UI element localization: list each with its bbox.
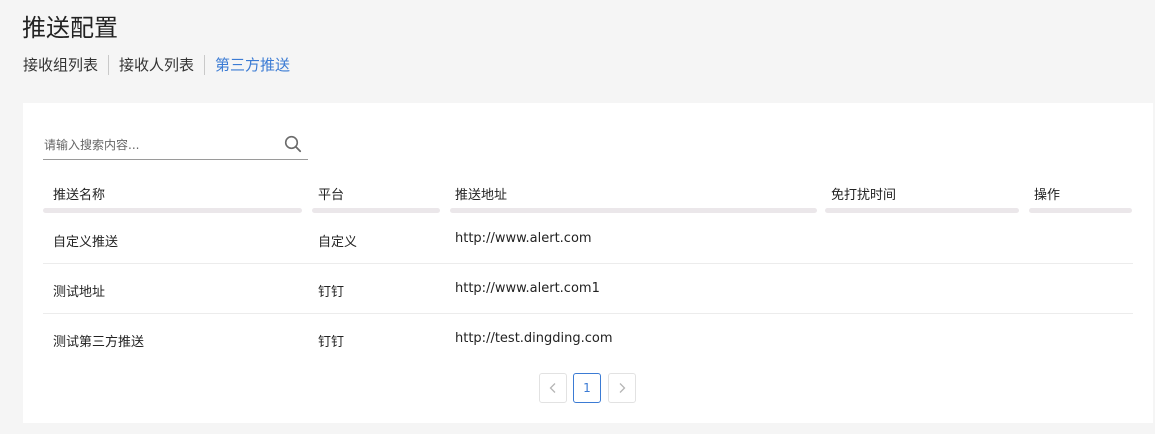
cell-url: http://test.dingding.com xyxy=(455,331,613,346)
pagination-prev-button[interactable] xyxy=(539,373,567,403)
search-box xyxy=(43,130,308,160)
cell-name: 测试第三方推送 xyxy=(53,335,145,350)
tab-receivers[interactable]: 接收人列表 xyxy=(119,55,194,75)
page-title: 推送配置 xyxy=(22,14,118,42)
pagination-page-button[interactable]: 1 xyxy=(573,373,601,403)
column-resize-bar xyxy=(1029,208,1132,213)
cell-platform: 钉钉 xyxy=(318,285,345,300)
cell-name: 测试地址 xyxy=(53,285,106,300)
cell-url: http://www.alert.com xyxy=(455,231,592,246)
tab-receiver-groups[interactable]: 接收组列表 xyxy=(23,55,98,75)
cell-platform: 钉钉 xyxy=(318,335,345,350)
content-card: 推送名称 平台 推送地址 免打扰时间 操作 自定义推送 自定义 http://w… xyxy=(23,103,1153,423)
column-header-url: 推送地址 xyxy=(455,188,508,203)
tab-divider xyxy=(204,55,206,75)
cell-platform: 自定义 xyxy=(318,235,358,250)
column-resize-bar xyxy=(43,208,302,213)
table-row[interactable]: 自定义推送 自定义 http://www.alert.com xyxy=(43,214,1133,264)
pagination-next-button[interactable] xyxy=(608,373,636,403)
table-row[interactable]: 测试地址 钉钉 http://www.alert.com1 xyxy=(43,264,1133,314)
column-resize-bar xyxy=(450,208,817,213)
column-header-platform: 平台 xyxy=(318,188,345,203)
cell-url: http://www.alert.com1 xyxy=(455,281,600,296)
column-header-actions: 操作 xyxy=(1034,188,1061,203)
column-header-name: 推送名称 xyxy=(53,188,106,203)
cell-name: 自定义推送 xyxy=(53,235,119,250)
search-icon[interactable] xyxy=(284,135,302,153)
column-resize-bar xyxy=(312,208,440,213)
tab-bar: 接收组列表 接收人列表 第三方推送 xyxy=(23,55,290,75)
table-row[interactable]: 测试第三方推送 钉钉 http://test.dingding.com xyxy=(43,314,1133,364)
chevron-right-icon xyxy=(619,383,626,393)
column-resize-bar xyxy=(825,208,1019,213)
tab-divider xyxy=(108,55,110,75)
search-input[interactable] xyxy=(44,134,269,156)
column-header-quiet-time: 免打扰时间 xyxy=(831,188,897,203)
chevron-left-icon xyxy=(549,383,556,393)
tab-third-party-push[interactable]: 第三方推送 xyxy=(215,55,290,75)
